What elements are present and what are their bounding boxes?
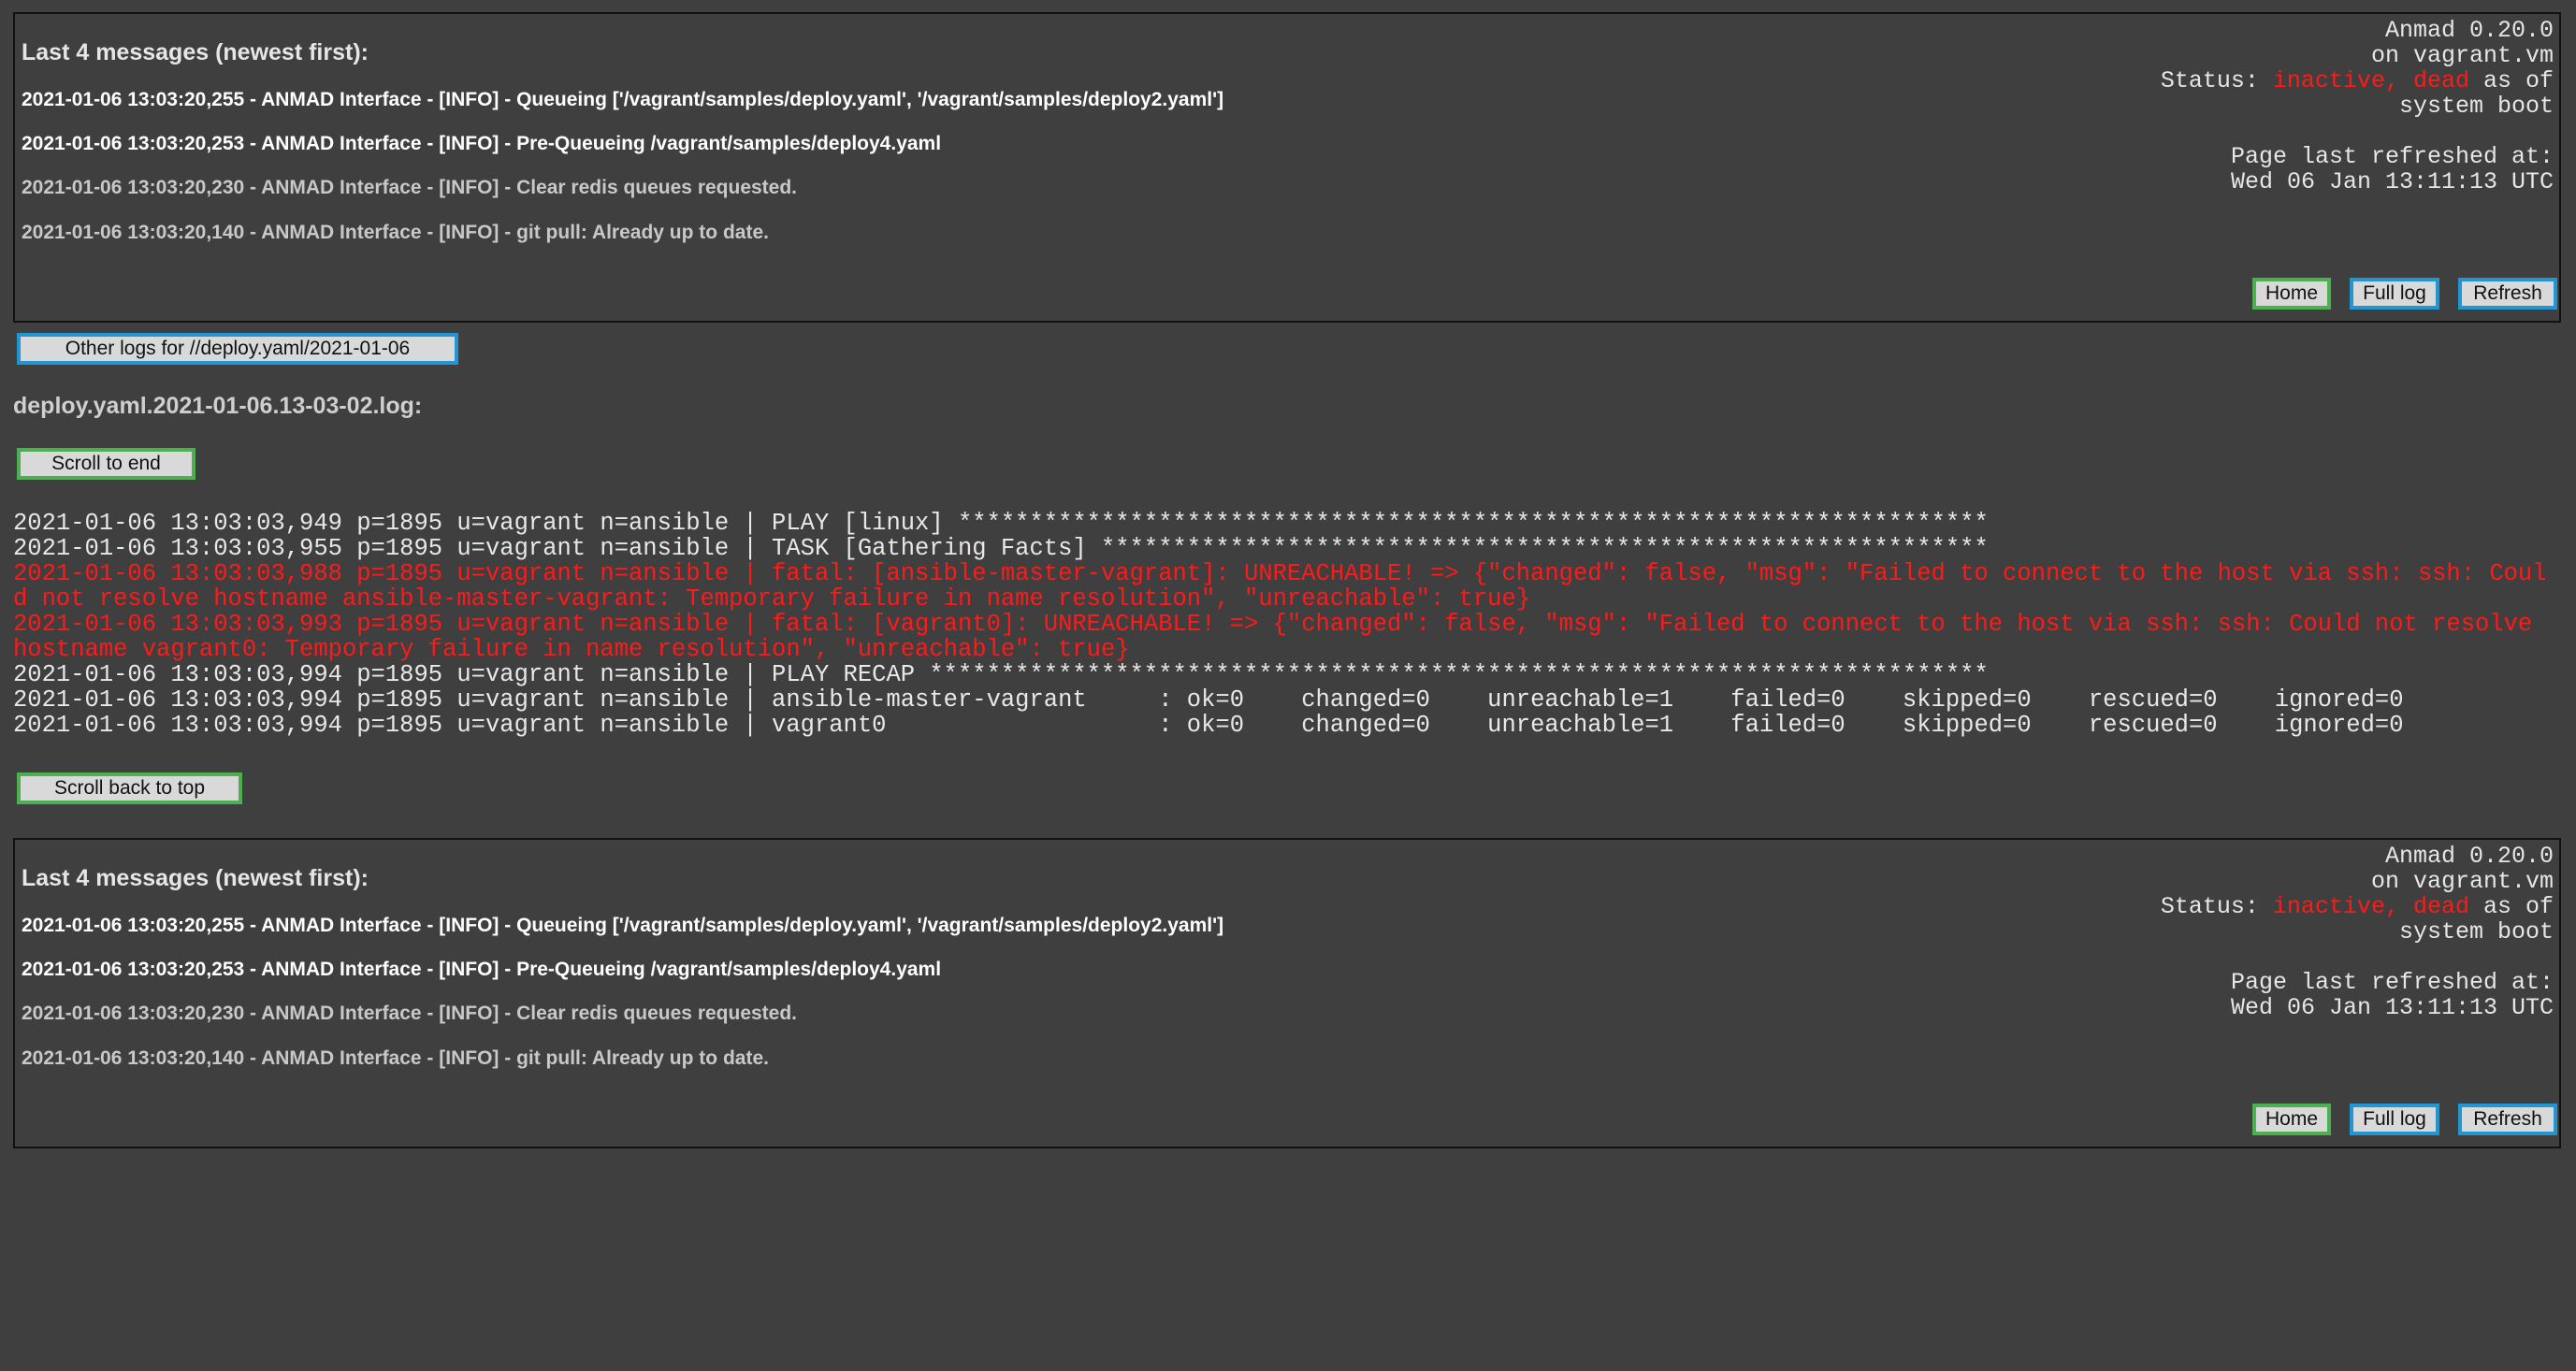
refreshed-label: Page last refreshed at: [2230, 143, 2554, 170]
message-item: 2021-01-06 13:03:20,140 - ANMAD Interfac… [22, 1047, 769, 1069]
log-line: 2021-01-06 13:03:03,994 p=1895 u=vagrant… [13, 661, 1989, 688]
log-line-error: 2021-01-06 13:03:03,988 p=1895 u=vagrant… [13, 560, 2547, 613]
refreshed-time: Wed 06 Jan 13:11:13 UTC [2230, 994, 2554, 1021]
home-button[interactable]: Home [2252, 1104, 2331, 1135]
log-line: 2021-01-06 13:03:03,994 p=1895 u=vagrant… [13, 686, 2404, 714]
refresh-info: Page last refreshed at: Wed 06 Jan 13:11… [2231, 970, 2554, 1020]
status-label: Status: [2160, 893, 2259, 920]
message-item: 2021-01-06 13:03:20,255 - ANMAD Interfac… [22, 915, 1224, 936]
message-item: 2021-01-06 13:03:20,230 - ANMAD Interfac… [22, 1003, 798, 1024]
log-output: 2021-01-06 13:03:03,949 p=1895 u=vagrant… [13, 511, 2557, 738]
refreshed-time: Wed 06 Jan 13:11:13 UTC [2230, 168, 2554, 195]
message-item: 2021-01-06 13:03:20,255 - ANMAD Interfac… [22, 89, 1224, 110]
message-item: 2021-01-06 13:03:20,140 - ANMAD Interfac… [22, 222, 769, 243]
host-label: on vagrant.vm [2370, 868, 2554, 895]
status-badge: inactive, dead [2272, 67, 2469, 94]
refresh-button[interactable]: Refresh [2458, 278, 2557, 310]
status-badge: inactive, dead [2272, 893, 2469, 920]
version-label: Anmad 0.20.0 [2384, 843, 2554, 870]
log-line-error: 2021-01-06 13:03:03,993 p=1895 u=vagrant… [13, 611, 2547, 663]
status-label: Status: [2160, 67, 2259, 94]
message-item: 2021-01-06 13:03:20,253 - ANMAD Interfac… [22, 959, 942, 980]
status-since: system boot [2398, 918, 2554, 945]
log-line: 2021-01-06 13:03:03,955 p=1895 u=vagrant… [13, 535, 1989, 562]
recent-messages-heading: Last 4 messages (newest first): [22, 39, 369, 65]
host-label: on vagrant.vm [2370, 42, 2554, 69]
log-line: 2021-01-06 13:03:03,949 p=1895 u=vagrant… [13, 510, 1989, 537]
version-label: Anmad 0.20.0 [2384, 17, 2554, 44]
full-log-button[interactable]: Full log [2350, 278, 2439, 310]
log-file-title: deploy.yaml.2021-01-06.13-03-02.log: [13, 393, 423, 419]
recent-messages-panel-top: Last 4 messages (newest first): 2021-01-… [13, 12, 2561, 323]
full-log-button[interactable]: Full log [2350, 1104, 2439, 1135]
status-suffix: as of [2482, 67, 2554, 94]
home-button[interactable]: Home [2252, 278, 2331, 310]
status-line: Status: inactive, dead as of [2161, 68, 2554, 94]
refreshed-label: Page last refreshed at: [2230, 969, 2554, 996]
scroll-to-top-button[interactable]: Scroll back to top [17, 772, 242, 804]
status-suffix: as of [2482, 893, 2554, 920]
status-box: Anmad 0.20.0 on vagrant.vm Status: inact… [2161, 844, 2554, 945]
log-line: 2021-01-06 13:03:03,994 p=1895 u=vagrant… [13, 712, 2404, 739]
recent-messages-panel-bottom: Last 4 messages (newest first): 2021-01-… [13, 838, 2561, 1148]
status-since: system boot [2398, 93, 2554, 120]
scroll-to-end-button[interactable]: Scroll to end [17, 448, 195, 480]
message-item: 2021-01-06 13:03:20,253 - ANMAD Interfac… [22, 133, 942, 154]
other-logs-button[interactable]: Other logs for //deploy.yaml/2021-01-06 [17, 333, 458, 365]
message-item: 2021-01-06 13:03:20,230 - ANMAD Interfac… [22, 177, 798, 198]
status-box: Anmad 0.20.0 on vagrant.vm Status: inact… [2161, 18, 2554, 119]
refresh-button[interactable]: Refresh [2458, 1104, 2557, 1135]
recent-messages-heading: Last 4 messages (newest first): [22, 865, 369, 891]
refresh-info: Page last refreshed at: Wed 06 Jan 13:11… [2231, 144, 2554, 195]
status-line: Status: inactive, dead as of [2161, 894, 2554, 919]
